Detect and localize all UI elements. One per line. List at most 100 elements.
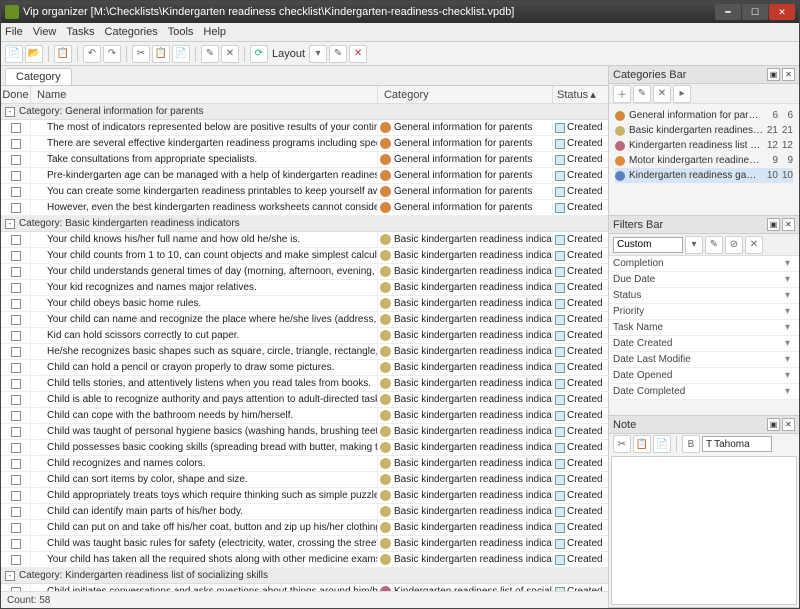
- task-row[interactable]: Your child has taken all the required sh…: [1, 552, 608, 568]
- menu-view[interactable]: View: [33, 26, 57, 38]
- panel-close-icon[interactable]: ✕: [782, 68, 795, 81]
- done-checkbox[interactable]: [11, 379, 21, 389]
- done-checkbox[interactable]: [11, 443, 21, 453]
- category-item[interactable]: Basic kindergarten readiness indicators2…: [615, 123, 793, 138]
- group-header[interactable]: -Category: General information for paren…: [1, 104, 608, 120]
- cat-edit-button[interactable]: ✎: [633, 85, 651, 103]
- task-row[interactable]: Your child can name and recognize the pl…: [1, 312, 608, 328]
- filter-row[interactable]: Completion▾: [609, 256, 799, 272]
- filter-name-input[interactable]: [613, 237, 683, 253]
- task-row[interactable]: Child appropriately treats toys which re…: [1, 488, 608, 504]
- task-row[interactable]: Take consultations from appropriate spec…: [1, 152, 608, 168]
- menu-categories[interactable]: Categories: [105, 26, 158, 38]
- menu-tasks[interactable]: Tasks: [66, 26, 94, 38]
- col-done[interactable]: Done: [1, 86, 31, 103]
- col-category[interactable]: Category: [378, 86, 553, 103]
- done-checkbox[interactable]: [11, 171, 21, 181]
- done-checkbox[interactable]: [11, 331, 21, 341]
- group-header[interactable]: -Category: Basic kindergarten readiness …: [1, 216, 608, 232]
- cat-button[interactable]: ▸: [673, 85, 691, 103]
- task-row[interactable]: Your child understands general times of …: [1, 264, 608, 280]
- minimize-button[interactable]: ━: [715, 4, 741, 20]
- note-copy-button[interactable]: 📋: [633, 435, 651, 453]
- task-row[interactable]: However, even the best kindergarten read…: [1, 200, 608, 216]
- done-checkbox[interactable]: [11, 363, 21, 373]
- col-status[interactable]: Status▴: [553, 86, 608, 103]
- filter-row[interactable]: Date Created▾: [609, 336, 799, 352]
- categories-list[interactable]: General information for parents66Basic k…: [609, 104, 799, 187]
- toolbar-button[interactable]: ✕: [221, 45, 239, 63]
- done-checkbox[interactable]: [11, 283, 21, 293]
- category-item[interactable]: Motor kindergarten readiness activities9…: [615, 153, 793, 168]
- note-paste-button[interactable]: 📄: [653, 435, 671, 453]
- task-row[interactable]: Your child knows his/her full name and h…: [1, 232, 608, 248]
- task-row[interactable]: You can create some kindergarten readine…: [1, 184, 608, 200]
- toolbar-button[interactable]: ✎: [201, 45, 219, 63]
- panel-close-icon[interactable]: ✕: [782, 218, 795, 231]
- task-row[interactable]: Child recognizes and names colors.Basic …: [1, 456, 608, 472]
- note-cut-button[interactable]: ✂: [613, 435, 631, 453]
- done-checkbox[interactable]: [11, 507, 21, 517]
- panel-pin-icon[interactable]: ▣: [767, 218, 780, 231]
- menu-help[interactable]: Help: [203, 26, 226, 38]
- done-checkbox[interactable]: [11, 427, 21, 437]
- task-row[interactable]: Kid can hold scissors correctly to cut p…: [1, 328, 608, 344]
- toolbar-button[interactable]: 📂: [25, 45, 43, 63]
- cat-delete-button[interactable]: ✕: [653, 85, 671, 103]
- toolbar-delete[interactable]: ✕: [349, 45, 367, 63]
- note-bold-button[interactable]: B: [682, 435, 700, 453]
- task-row[interactable]: There are several effective kindergarten…: [1, 136, 608, 152]
- toolbar-button[interactable]: 📋: [54, 45, 72, 63]
- filter-row[interactable]: Due Date▾: [609, 272, 799, 288]
- done-checkbox[interactable]: [11, 267, 21, 277]
- toolbar-button[interactable]: ✂: [132, 45, 150, 63]
- task-row[interactable]: The most of indicators represented below…: [1, 120, 608, 136]
- col-name[interactable]: Name: [31, 86, 378, 103]
- task-row[interactable]: Child can cope with the bathroom needs b…: [1, 408, 608, 424]
- done-checkbox[interactable]: [11, 315, 21, 325]
- task-row[interactable]: Child can sort items by color, shape and…: [1, 472, 608, 488]
- filter-apply-button[interactable]: ✎: [705, 236, 723, 254]
- done-checkbox[interactable]: [11, 251, 21, 261]
- refresh-button[interactable]: ⟳: [250, 45, 268, 63]
- task-row[interactable]: Child initiates conversations and asks q…: [1, 584, 608, 591]
- task-row[interactable]: Child can put on and take off his/her co…: [1, 520, 608, 536]
- category-item[interactable]: Kindergarten readiness games1010: [615, 168, 793, 183]
- done-checkbox[interactable]: [11, 235, 21, 245]
- filter-row[interactable]: Date Opened▾: [609, 368, 799, 384]
- filter-row[interactable]: Status▾: [609, 288, 799, 304]
- maximize-button[interactable]: ☐: [742, 4, 768, 20]
- filter-delete-button[interactable]: ✕: [745, 236, 763, 254]
- category-item[interactable]: General information for parents66: [615, 108, 793, 123]
- done-checkbox[interactable]: [11, 395, 21, 405]
- layout-dropdown[interactable]: ▾: [309, 45, 327, 63]
- filter-row[interactable]: Date Completed▾: [609, 384, 799, 400]
- task-row[interactable]: Child was taught basic rules for safety …: [1, 536, 608, 552]
- done-checkbox[interactable]: [11, 475, 21, 485]
- done-checkbox[interactable]: [11, 523, 21, 533]
- done-checkbox[interactable]: [11, 123, 21, 133]
- task-row[interactable]: He/she recognizes basic shapes such as s…: [1, 344, 608, 360]
- task-row[interactable]: Child possesses basic cooking skills (sp…: [1, 440, 608, 456]
- grid-body[interactable]: -Category: General information for paren…: [1, 104, 608, 591]
- menu-file[interactable]: File: [5, 26, 23, 38]
- category-item[interactable]: Kindergarten readiness list of socializi…: [615, 138, 793, 153]
- toolbar-button[interactable]: 📄: [172, 45, 190, 63]
- task-row[interactable]: Child is able to recognize authority and…: [1, 392, 608, 408]
- done-checkbox[interactable]: [11, 155, 21, 165]
- done-checkbox[interactable]: [11, 347, 21, 357]
- panel-pin-icon[interactable]: ▣: [767, 418, 780, 431]
- done-checkbox[interactable]: [11, 203, 21, 213]
- task-row[interactable]: Child can identify main parts of his/her…: [1, 504, 608, 520]
- task-row[interactable]: Child can hold a pencil or crayon proper…: [1, 360, 608, 376]
- task-row[interactable]: Your kid recognizes and names major rela…: [1, 280, 608, 296]
- cat-add-button[interactable]: ＋: [613, 85, 631, 103]
- toolbar-button[interactable]: 📄: [5, 45, 23, 63]
- done-checkbox[interactable]: [11, 139, 21, 149]
- tab-category[interactable]: Category: [5, 68, 72, 85]
- toolbar-button[interactable]: ↶: [83, 45, 101, 63]
- filter-row[interactable]: Task Name▾: [609, 320, 799, 336]
- done-checkbox[interactable]: [11, 299, 21, 309]
- filter-row[interactable]: Priority▾: [609, 304, 799, 320]
- done-checkbox[interactable]: [11, 187, 21, 197]
